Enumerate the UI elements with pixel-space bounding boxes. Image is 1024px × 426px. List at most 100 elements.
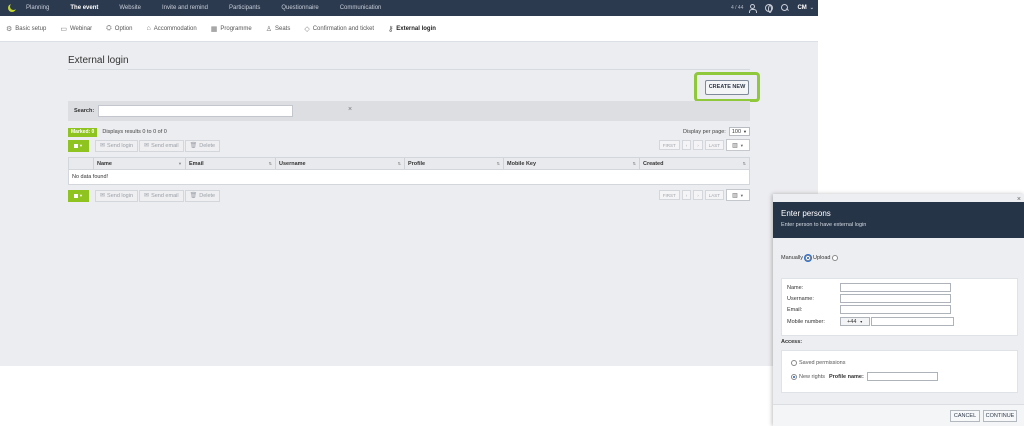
pager-first-button[interactable]: FIRST [658, 140, 680, 150]
checkbox-icon [74, 193, 79, 198]
subnav-confirmation-and-ticket[interactable]: ◇ Confirmation and ticket [304, 25, 374, 33]
columns-icon: ▥ [732, 192, 738, 199]
topnav-participants[interactable]: Participants [229, 0, 260, 16]
chevron-down-icon: ▼ [79, 193, 83, 198]
chevron-down-icon: ▼ [739, 192, 744, 198]
entry-mode-selector: Manually Upload [781, 255, 840, 261]
header-email[interactable]: Email ⇅ [186, 158, 276, 169]
subnav-webinar[interactable]: ▭ Webinar [60, 25, 92, 33]
delete-button[interactable]: 🗑 Delete [184, 189, 221, 202]
continue-button[interactable]: CONTINUE [983, 410, 1017, 422]
topnav-communication[interactable]: Communication [340, 0, 382, 16]
sort-icon: ⇅ [268, 161, 272, 166]
delete-button[interactable]: 🗑 Delete [184, 139, 221, 152]
user-menu[interactable]: CM ⌄ [797, 5, 814, 11]
subnav-external-login[interactable]: ⚷ External login [388, 25, 436, 33]
topnav-planning[interactable]: Planning [26, 0, 49, 16]
sort-icon: ▼ [178, 161, 182, 166]
subnav-programme[interactable]: ▦ Programme [211, 25, 252, 33]
send-login-label: Send login [107, 192, 134, 199]
send-login-button[interactable]: ✉ Send login [95, 189, 139, 202]
saved-permissions-row: Saved permissions [789, 360, 845, 366]
subnav-label: Programme [220, 25, 252, 32]
bed-icon: ⌂ [146, 25, 151, 32]
per-page-select[interactable]: 100 ▼ [728, 127, 750, 136]
envelope-icon: ✉ [100, 193, 106, 199]
new-rights-row: New rights Profile name: [789, 372, 938, 381]
columns-menu-button[interactable]: ▥ ▼ [726, 189, 750, 201]
mobile-number-field[interactable] [871, 317, 954, 326]
cancel-button[interactable]: CANCEL [950, 410, 980, 422]
dialog-subtitle: Enter person to have external login [781, 222, 867, 228]
header-name[interactable]: Name ▼ [94, 158, 186, 169]
participant-count: 4 / 44 [730, 5, 744, 11]
name-field[interactable] [840, 283, 951, 292]
pager-first-button[interactable]: FIRST [658, 190, 680, 200]
send-login-button[interactable]: ✉ Send login [95, 139, 139, 152]
create-new-button[interactable]: CREATE NEW [705, 79, 749, 95]
subnav-accommodation[interactable]: ⌂ Accommodation [146, 25, 196, 32]
topnav-questionnaire[interactable]: Questionnaire [281, 0, 318, 16]
envelope-icon: ✉ [144, 193, 150, 199]
send-login-label: Send login [107, 142, 134, 149]
header-profile[interactable]: Profile ⇅ [405, 158, 504, 169]
topnav-the-event[interactable]: The event [70, 0, 98, 16]
top-right-tools: 4 / 44 CM ⌄ [731, 0, 814, 16]
profile-name-field[interactable] [866, 372, 938, 381]
phone-code-select[interactable]: +44 ▼ [840, 317, 870, 326]
clear-icon[interactable]: × [348, 106, 352, 113]
select-all-dropdown[interactable]: ▼ [68, 139, 89, 152]
pager-prev-button[interactable]: ‹ [681, 190, 692, 200]
seat-icon: ♙ [265, 25, 272, 33]
external-login-table: Name ▼ Email ⇅ Username ⇅ Profile ⇅ Mobi… [68, 157, 750, 185]
sort-icon: ⇅ [397, 161, 401, 166]
topnav-invite-and-remind[interactable]: Invite and remind [162, 0, 208, 16]
mode-upload-radio[interactable] [832, 255, 839, 261]
search-label: Search: [74, 108, 95, 114]
dialog-header: Enter persons Enter person to have exter… [773, 202, 1024, 238]
app-logo-icon[interactable] [6, 2, 18, 14]
header-username[interactable]: Username ⇅ [276, 158, 405, 169]
search-input[interactable] [98, 105, 294, 117]
subnav-seats[interactable]: ♙ Seats [266, 25, 291, 33]
subnav-option[interactable]: ⛭ Option [106, 25, 132, 33]
name-label: Name: [787, 284, 804, 291]
trash-icon: 🗑 [189, 143, 198, 149]
marked-badge: Marked: 0 [68, 127, 98, 137]
subnav-basic-setup[interactable]: ⚙ Basic setup [6, 25, 46, 33]
send-email-button[interactable]: ✉ Send email [139, 189, 184, 202]
sort-icon: ⇅ [632, 161, 636, 166]
globe-icon[interactable] [765, 4, 774, 13]
topnav-website[interactable]: Website [119, 0, 141, 16]
select-all-dropdown[interactable]: ▼ [68, 189, 89, 202]
pager-next-button[interactable]: › [693, 190, 703, 200]
per-page-value: 100 [731, 128, 742, 135]
new-rights-radio[interactable] [791, 373, 797, 380]
subnav-label: Option [114, 25, 133, 32]
header-label: Profile [408, 160, 426, 167]
users-icon[interactable] [749, 4, 758, 13]
envelope-icon: ✉ [100, 143, 106, 149]
search-icon[interactable] [781, 4, 789, 12]
pager-next-button[interactable]: › [693, 140, 703, 150]
header-label: Email [189, 160, 204, 167]
pager-last-button[interactable]: LAST [704, 190, 724, 200]
pager-prev-button[interactable]: ‹ [681, 140, 692, 150]
columns-menu-button[interactable]: ▥ ▼ [726, 139, 750, 151]
header-mobile-key[interactable]: Mobile Key ⇅ [504, 158, 640, 169]
mode-upload-label: Upload [813, 255, 831, 261]
email-field[interactable] [840, 305, 951, 314]
new-rights-label: New rights [799, 373, 825, 380]
pager-last-button[interactable]: LAST [704, 140, 724, 150]
send-email-label: Send email [151, 142, 179, 149]
saved-permissions-radio[interactable] [791, 360, 797, 366]
username-field[interactable] [840, 294, 951, 303]
send-email-button[interactable]: ✉ Send email [139, 139, 184, 152]
mode-manually-radio[interactable] [805, 255, 812, 261]
header-created[interactable]: Created ⇅ [640, 158, 749, 169]
email-label: Email: [787, 306, 803, 313]
pager: FIRST ‹ › LAST [657, 189, 724, 201]
video-icon: ▭ [60, 25, 67, 33]
create-new-highlight: CREATE NEW [694, 72, 760, 102]
username-label: Username: [787, 295, 814, 302]
